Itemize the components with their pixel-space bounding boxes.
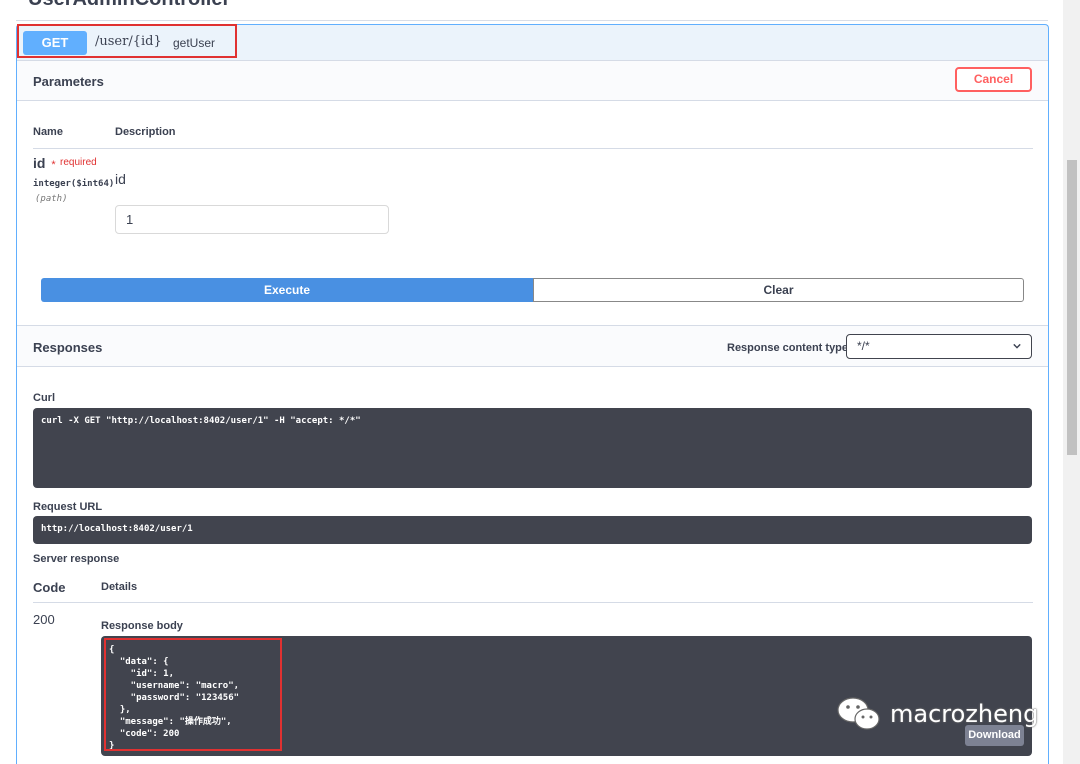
request-url-value: http://localhost:8402/user/1: [33, 516, 1032, 544]
section-divider: [16, 20, 1048, 21]
watermark-text: macrozheng: [890, 700, 1039, 728]
param-description: id: [115, 171, 126, 187]
column-name-header: Name: [33, 126, 63, 138]
operation-summary[interactable]: GET /user/{id} getUser: [17, 24, 1048, 61]
curl-command: curl -X GET "http://localhost:8402/user/…: [33, 408, 1032, 488]
highlight-box: [17, 24, 237, 58]
clear-button[interactable]: Clear: [533, 278, 1024, 302]
status-code: 200: [33, 612, 55, 627]
parameters-title: Parameters: [33, 74, 104, 89]
param-type: integer($int64): [33, 179, 115, 189]
request-url-label: Request URL: [33, 501, 103, 513]
response-body-label: Response body: [101, 620, 183, 632]
execute-button[interactable]: Execute: [41, 278, 533, 302]
content-type-label: Response content type: [727, 342, 849, 354]
id-input[interactable]: 1: [115, 205, 389, 234]
server-response-label: Server response: [33, 553, 120, 565]
param-location: (path): [35, 194, 68, 204]
section-title: UserAdminController: [28, 0, 230, 11]
scrollbar[interactable]: [1063, 0, 1080, 764]
responses-header: Responses Response content type */*: [17, 325, 1048, 367]
execute-wrapper: Execute Clear: [41, 278, 1025, 302]
code-column-header: Code: [33, 580, 66, 595]
curl-label: Curl: [33, 392, 55, 404]
required-label: required: [60, 157, 97, 168]
details-column-header: Details: [101, 581, 138, 593]
scrollbar-thumb[interactable]: [1067, 160, 1077, 455]
watermark: macrozheng: [836, 696, 1038, 732]
header-divider: [33, 148, 1033, 149]
required-star: *: [51, 159, 56, 171]
cancel-button[interactable]: Cancel: [955, 67, 1032, 92]
parameters-header: Parameters Cancel: [17, 60, 1048, 101]
wechat-icon: [837, 697, 880, 730]
chevron-down-icon: [1013, 343, 1021, 349]
content-type-value: */*: [857, 339, 870, 353]
response-header-divider: [33, 602, 1033, 603]
response-highlight-box: [104, 638, 282, 751]
content-type-select[interactable]: */*: [846, 334, 1032, 359]
column-description-header: Description: [115, 126, 176, 138]
param-name-text: id: [33, 155, 46, 171]
responses-title: Responses: [33, 340, 103, 355]
param-name: id *: [33, 155, 56, 171]
